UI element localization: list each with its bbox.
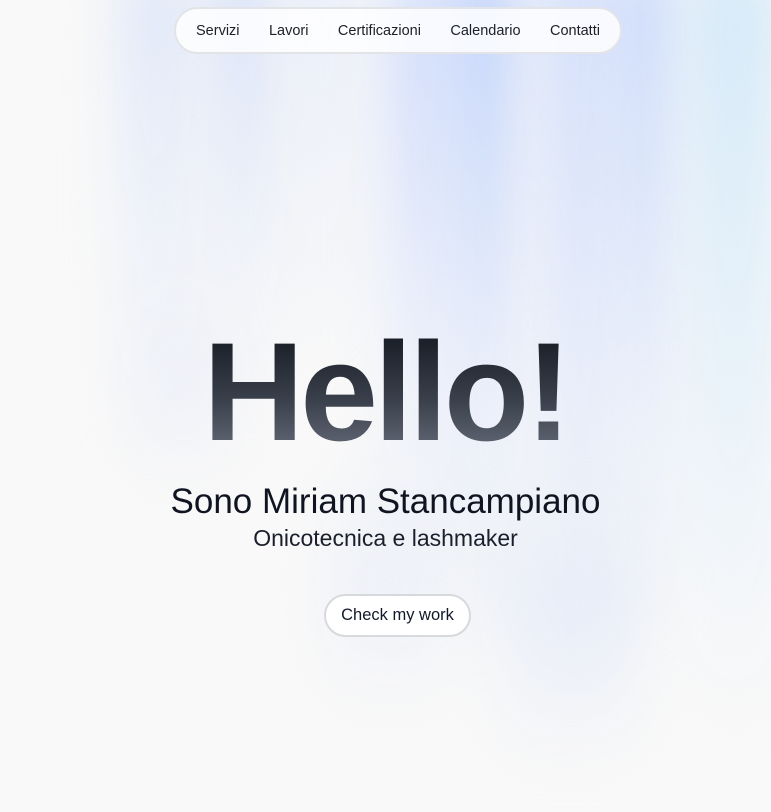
nav-item-certificazioni[interactable]: Certificazioni — [338, 23, 421, 39]
hero-greeting: Hello! — [0, 312, 771, 472]
top-navigation: Servizi Lavori Certificazioni Calendario… — [174, 7, 622, 54]
nav-item-calendario[interactable]: Calendario — [450, 23, 520, 39]
check-my-work-button[interactable]: Check my work — [324, 594, 471, 637]
nav-item-contatti[interactable]: Contatti — [550, 23, 600, 39]
page: Servizi Lavori Certificazioni Calendario… — [0, 0, 771, 812]
nav-item-servizi[interactable]: Servizi — [196, 23, 240, 39]
hero-subtitle: Onicotecnica e lashmaker — [253, 525, 518, 551]
nav-item-lavori[interactable]: Lavori — [269, 23, 309, 39]
hero-name: Sono Miriam Stancampiano — [170, 482, 601, 521]
